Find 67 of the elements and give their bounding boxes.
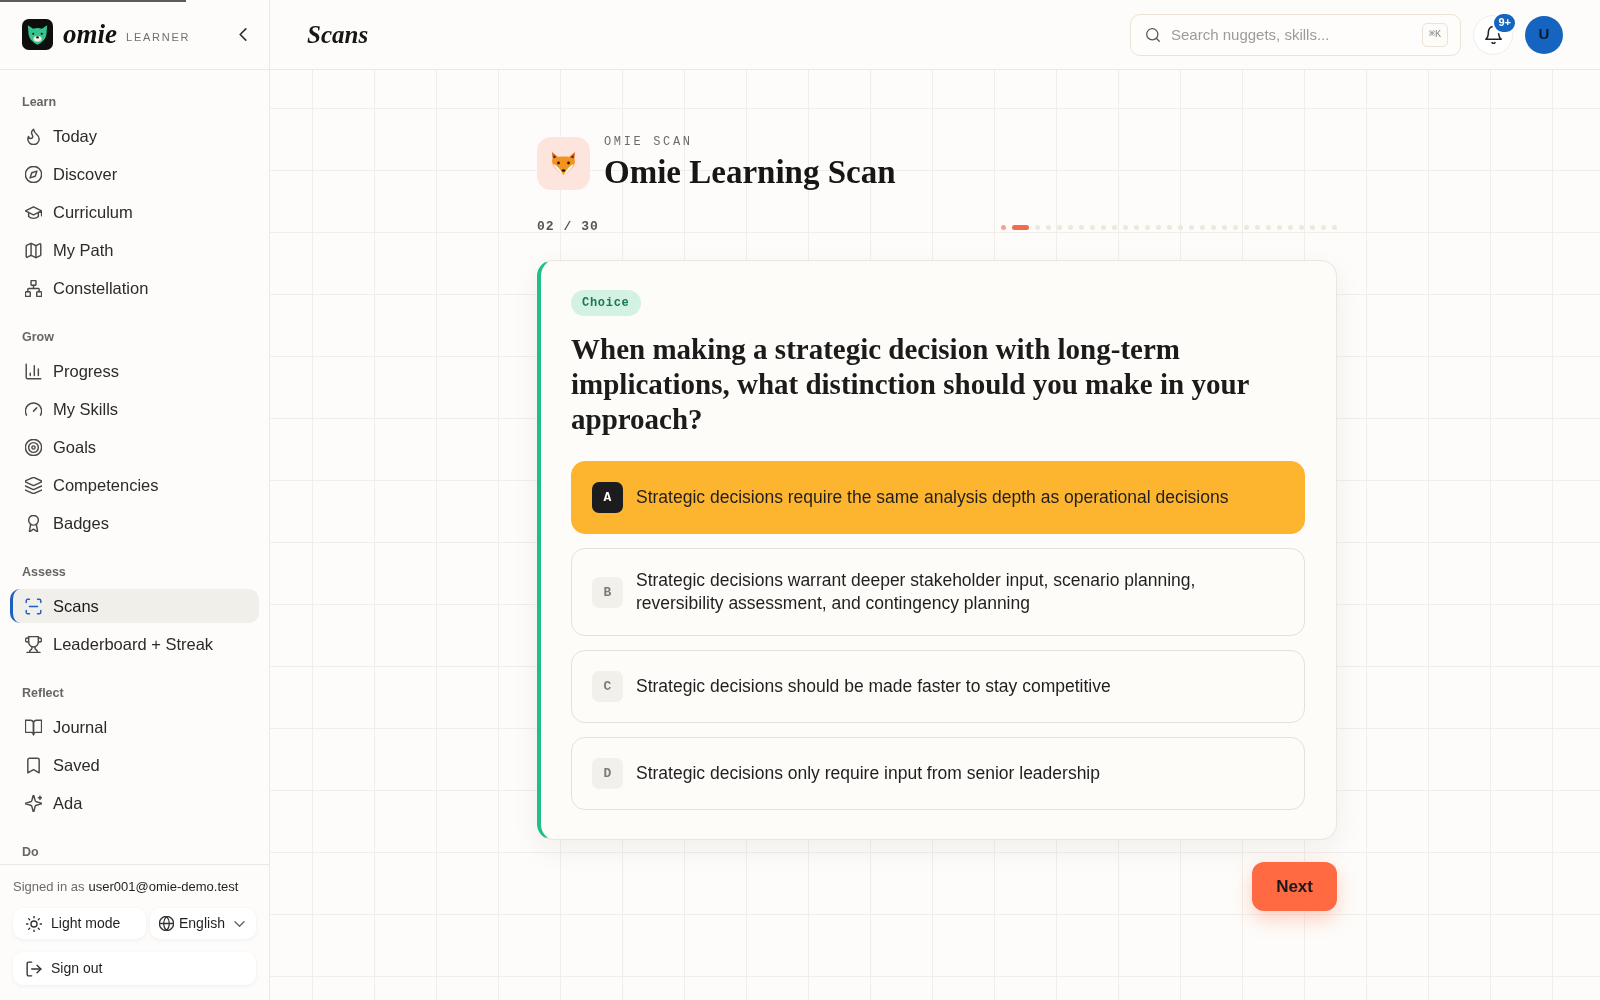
theme-toggle-button[interactable]: Light mode bbox=[13, 908, 146, 939]
log-out-icon bbox=[26, 960, 42, 977]
hierarchy-icon bbox=[25, 279, 42, 297]
signed-in-label: Signed in as bbox=[13, 878, 85, 896]
section-label: Grow bbox=[21, 329, 55, 345]
bell-icon bbox=[1484, 25, 1502, 44]
compass-icon bbox=[25, 165, 42, 183]
sidebar-item[interactable]: Curriculum bbox=[10, 195, 259, 229]
sun-icon bbox=[26, 915, 42, 932]
sidebar-item[interactable]: Today bbox=[10, 119, 259, 153]
question-counter: 02 / 30 bbox=[537, 220, 599, 234]
sidebar-item[interactable]: Badges bbox=[10, 506, 259, 540]
sidebar-item[interactable]: My Path bbox=[10, 233, 259, 267]
sidebar-item[interactable]: Competencies bbox=[10, 468, 259, 502]
sidebar-item[interactable]: Scans bbox=[10, 589, 259, 623]
brand-name: omie bbox=[63, 21, 117, 48]
bookmark-icon bbox=[25, 756, 42, 774]
option-letter: D bbox=[592, 758, 623, 789]
sidebar-item[interactable]: Goals bbox=[10, 430, 259, 464]
sidebar-item[interactable]: Journal bbox=[10, 710, 259, 744]
sidebar-item[interactable]: Progress bbox=[10, 354, 259, 388]
sidebar-item[interactable]: Constellation bbox=[10, 271, 259, 305]
fox-icon bbox=[537, 136, 590, 190]
sidebar-item[interactable]: Discover bbox=[10, 157, 259, 191]
animal-logo-icon bbox=[22, 19, 53, 50]
section-label: Reflect bbox=[21, 685, 65, 701]
sidebar-item[interactable]: My Skills bbox=[10, 392, 259, 426]
next-button[interactable]: Next bbox=[1252, 862, 1337, 911]
open-book-icon bbox=[25, 718, 42, 736]
ribbon-icon bbox=[25, 514, 42, 532]
scan-icon bbox=[25, 597, 42, 615]
answer-option[interactable]: D Strategic decisions only require input from senior leadership bbox=[571, 737, 1305, 810]
answer-option[interactable]: A Strategic decisions require the same analysis depth as operational decisions bbox=[571, 461, 1305, 534]
brand-subtitle: LEARNER bbox=[126, 30, 191, 46]
target-icon bbox=[25, 438, 42, 456]
section-label: Do bbox=[21, 844, 40, 860]
answer-option[interactable]: C Strategic decisions should be made faster to stay competitive bbox=[571, 650, 1305, 723]
chevron-left-icon bbox=[239, 28, 247, 41]
scan-eyebrow: OMIE SCAN bbox=[604, 135, 694, 149]
map-icon bbox=[25, 241, 42, 259]
sparkles-icon bbox=[25, 794, 42, 812]
option-letter: A bbox=[592, 482, 623, 513]
section-label: Learn bbox=[21, 94, 58, 110]
question-type-tag: Choice bbox=[571, 290, 641, 316]
flame-icon bbox=[25, 127, 42, 145]
globe-icon bbox=[159, 916, 174, 931]
gauge-icon bbox=[25, 400, 42, 418]
answer-option[interactable]: B Strategic decisions warrant deeper stakeholder input, scenario planning, reversibility assessment, and contingency planning bbox=[571, 548, 1305, 636]
sidebar-item[interactable]: Ada bbox=[10, 786, 259, 820]
notification-count-badge: 9+ bbox=[1492, 11, 1517, 34]
bar-chart-icon bbox=[25, 362, 42, 380]
layers-icon bbox=[25, 476, 42, 494]
option-letter: B bbox=[592, 576, 623, 608]
option-letter: C bbox=[592, 671, 623, 702]
sidebar-item[interactable]: Saved bbox=[10, 748, 259, 782]
graduation-cap-icon bbox=[25, 203, 42, 221]
sidebar-item[interactable]: Leaderboard + Streak bbox=[10, 627, 259, 661]
trophy-icon bbox=[25, 635, 42, 653]
search-icon bbox=[1146, 27, 1160, 42]
scan-title: Omie Learning Scan bbox=[604, 153, 896, 191]
question-text: When making a strategic decision with long-term implications, what distinction should you make in your approach? bbox=[571, 332, 1250, 437]
account-email: user001@omie-demo.test bbox=[88, 878, 239, 896]
page-title: Scans bbox=[307, 22, 369, 47]
language-select[interactable]: English bbox=[150, 908, 256, 939]
chevron-down-icon bbox=[233, 920, 245, 927]
section-label: Assess bbox=[21, 564, 67, 580]
sign-out-button[interactable]: Sign out bbox=[13, 952, 256, 985]
